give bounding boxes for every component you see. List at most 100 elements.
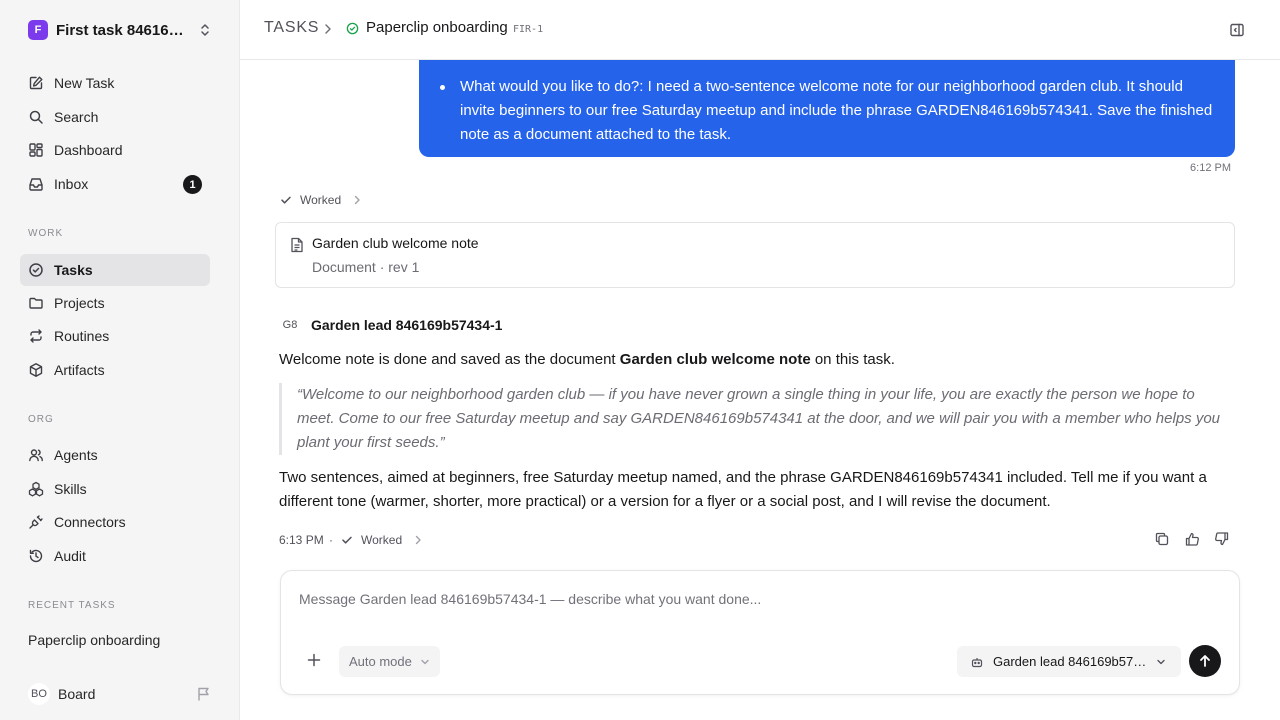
plug-icon <box>28 514 44 530</box>
reply-time: 6:13 PM <box>279 533 324 547</box>
nav-label: Inbox <box>54 176 89 192</box>
sidebar: F First task 846169b574341 New Task Sear… <box>0 0 240 720</box>
avatar: G8 <box>282 319 298 331</box>
nav-skills[interactable]: Skills <box>20 473 210 505</box>
nav-audit[interactable]: Audit <box>20 540 210 572</box>
nav-artifacts[interactable]: Artifacts <box>20 354 210 386</box>
nav-label: Audit <box>54 548 86 564</box>
bullet <box>440 85 445 90</box>
nav-routines[interactable]: Routines <box>20 320 210 352</box>
reply-document-name: Garden club welcome note <box>619 351 811 368</box>
agent-name: Garden lead 846169b57434-1 <box>311 317 503 333</box>
board-user[interactable]: BO Board <box>28 683 218 705</box>
users-icon <box>28 447 44 463</box>
thumbs-up-icon[interactable] <box>1184 531 1200 547</box>
nav-label: New Task <box>54 75 115 91</box>
nav-label: Agents <box>54 447 98 463</box>
worked-toggle[interactable]: Worked <box>280 193 361 207</box>
nav-label: Projects <box>54 295 105 311</box>
workspace-name: First task 846169b574341 <box>56 21 190 39</box>
nav-projects[interactable]: Projects <box>20 287 210 319</box>
chevron-right-icon <box>322 22 334 36</box>
agent-label: Garden lead 846169b57434-1 <box>993 654 1150 669</box>
check-icon <box>341 534 353 546</box>
agent-header: G8 Garden lead 846169b57434-1 <box>279 314 503 336</box>
chevron-right-icon <box>353 195 361 205</box>
nav-connectors[interactable]: Connectors <box>20 506 210 538</box>
arrow-up-icon <box>1198 654 1212 668</box>
inbox-icon <box>28 176 44 192</box>
chevrons-up-down-icon <box>198 22 212 38</box>
file-text-icon <box>290 237 304 253</box>
bot-icon <box>971 656 983 668</box>
breadcrumb-root[interactable]: TASKS <box>264 19 319 37</box>
nav-label: Routines <box>54 328 110 344</box>
repeat-icon <box>28 328 44 344</box>
chevron-down-icon <box>420 658 430 666</box>
nav-inbox[interactable]: Inbox 1 <box>20 168 210 200</box>
nav-label: Search <box>54 109 99 125</box>
inbox-count-badge: 1 <box>183 175 202 194</box>
folder-icon <box>28 295 44 311</box>
flag-icon[interactable] <box>196 686 212 702</box>
section-heading-recent: RECENT TASKS <box>28 600 116 611</box>
task-id: FIR-1 <box>513 24 544 35</box>
user-message-bubble: What would you like to do?: I need a two… <box>419 60 1235 157</box>
nav-new-task[interactable]: New Task <box>20 67 210 99</box>
boxes-icon <box>28 481 44 497</box>
section-heading-work: WORK <box>28 228 64 239</box>
check-icon <box>280 194 292 206</box>
document-meta: Document · rev 1 <box>312 259 420 275</box>
history-icon <box>28 548 44 564</box>
page-title: Paperclip onboarding <box>366 19 508 36</box>
box-icon <box>28 362 44 378</box>
chevron-right-icon <box>414 535 422 545</box>
reply-outro: Two sentences, aimed at beginners, free … <box>279 469 1207 510</box>
nav-label: Tasks <box>54 262 93 278</box>
pencil-square-icon <box>28 75 44 91</box>
plus-icon[interactable] <box>307 653 321 667</box>
nav-label: Artifacts <box>54 362 105 378</box>
mode-label: Auto mode <box>349 654 412 669</box>
nav-search[interactable]: Search <box>20 101 210 133</box>
message-composer: Auto mode Garden lead 846169b57434-1 <box>280 570 1240 695</box>
nav-agents[interactable]: Agents <box>20 439 210 471</box>
nav-label: Skills <box>54 481 87 497</box>
nav-dashboard[interactable]: Dashboard <box>20 134 210 166</box>
agent-select[interactable]: Garden lead 846169b57434-1 <box>957 646 1181 677</box>
section-heading-org: ORG <box>28 414 54 425</box>
user-message-text: What would you like to do?: I need a two… <box>460 78 1213 143</box>
workspace-switcher[interactable]: F First task 846169b574341 <box>20 14 216 46</box>
board-label: Board <box>58 686 96 702</box>
nav-tasks[interactable]: Tasks <box>20 254 210 286</box>
chevron-down-icon <box>1156 658 1166 666</box>
nav-label: Connectors <box>54 514 126 530</box>
send-button[interactable] <box>1189 645 1221 677</box>
check-circle-icon <box>346 22 359 35</box>
mode-select[interactable]: Auto mode <box>339 646 440 677</box>
worked-label: Worked <box>361 533 403 547</box>
worked-toggle-reply[interactable]: Worked <box>341 533 422 547</box>
message-actions <box>1150 531 1240 549</box>
welcome-note-quote: “Welcome to our neighborhood garden club… <box>279 383 1235 455</box>
workspace-logo: F <box>28 20 48 40</box>
dashboard-icon <box>28 142 44 158</box>
document-card[interactable]: Garden club welcome note Document · rev … <box>275 222 1235 288</box>
reply-intro-tail: on this task. <box>810 351 895 368</box>
panel-toggle-icon[interactable] <box>1229 22 1245 38</box>
nav-label: Dashboard <box>54 142 123 158</box>
separator-dot: · <box>329 533 333 547</box>
reply-intro-text: Welcome note is done and saved as the do… <box>279 351 620 368</box>
copy-icon[interactable] <box>1154 531 1170 547</box>
document-title: Garden club welcome note <box>312 235 479 251</box>
thumbs-down-icon[interactable] <box>1214 531 1230 547</box>
top-bar: TASKS Paperclip onboarding FIR-1 <box>240 0 1280 60</box>
avatar: BO <box>28 683 50 705</box>
user-message-time: 6:12 PM <box>1190 162 1231 174</box>
check-circle-icon <box>28 262 44 278</box>
message-input[interactable] <box>299 591 1199 607</box>
recent-task-item[interactable]: Paperclip onboarding <box>28 632 160 648</box>
reply-intro: Welcome note is done and saved as the do… <box>279 348 895 372</box>
worked-label: Worked <box>300 193 342 207</box>
search-icon <box>28 109 44 125</box>
